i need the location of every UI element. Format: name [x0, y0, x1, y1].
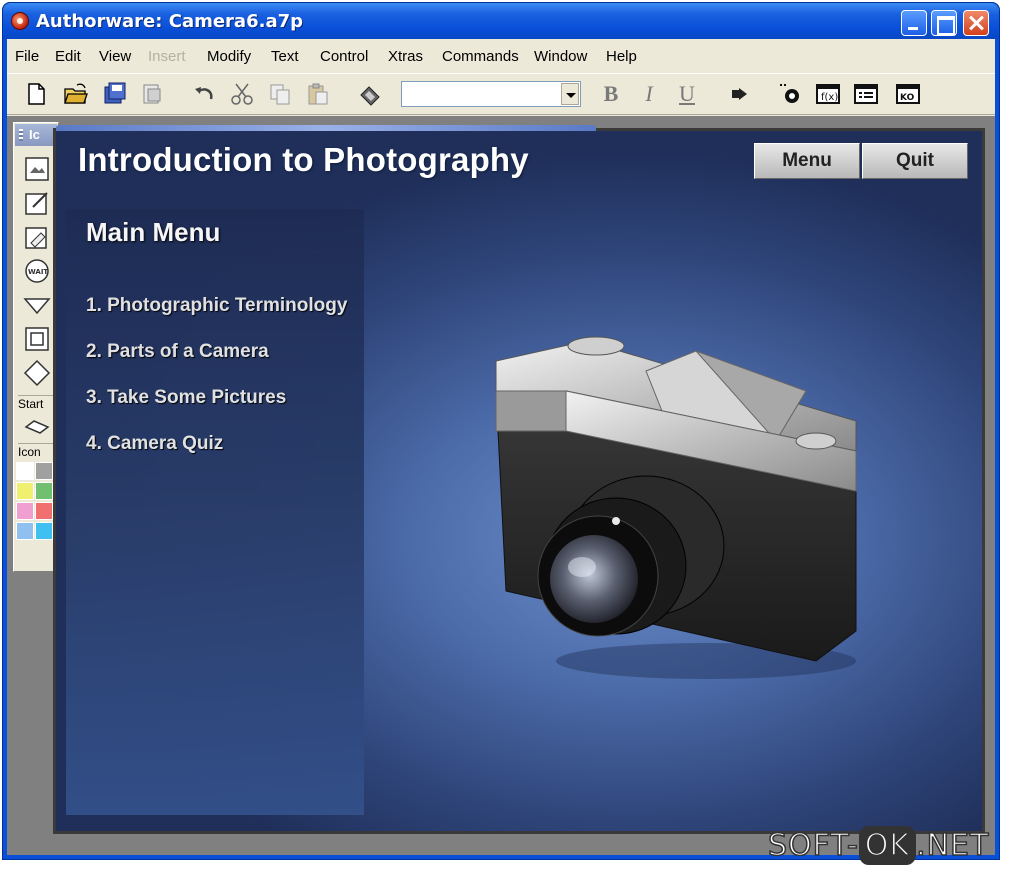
- copy-icon[interactable]: [267, 81, 293, 107]
- import-icon[interactable]: [139, 81, 165, 107]
- erase-icon[interactable]: [23, 223, 51, 251]
- wait-icon[interactable]: WAIT: [23, 257, 51, 285]
- palette-title: Ic: [29, 127, 40, 142]
- new-file-icon[interactable]: [23, 81, 49, 107]
- open-folder-icon[interactable]: [63, 81, 89, 107]
- navigate-icon[interactable]: [23, 291, 51, 319]
- menu-bar: File Edit View Insert Modify Text Contro…: [7, 39, 995, 73]
- watermark-logo: SOFT- OK .NET: [767, 826, 990, 865]
- camera-illustration: [495, 336, 857, 679]
- window-title: Authorware: Camera6.a7p: [36, 11, 303, 32]
- menu-item-take-pictures[interactable]: 3. Take Some Pictures: [86, 387, 286, 409]
- menu-help[interactable]: Help: [606, 48, 637, 65]
- color-swatch-yellow[interactable]: [16, 482, 34, 500]
- menu-edit[interactable]: Edit: [55, 48, 81, 65]
- presentation-window-edge: [56, 125, 596, 131]
- minimize-button[interactable]: [901, 10, 927, 36]
- page-title: Introduction to Photography: [78, 141, 529, 178]
- color-swatch-light-blue[interactable]: [16, 522, 34, 540]
- color-swatch-green[interactable]: [35, 482, 53, 500]
- underline-button[interactable]: U: [675, 81, 699, 107]
- knowledge-objects-icon[interactable]: KO: [895, 81, 921, 107]
- variables-icon[interactable]: [853, 81, 879, 107]
- control-panel-icon[interactable]: [777, 81, 803, 107]
- framework-icon[interactable]: [23, 325, 51, 353]
- paste-icon[interactable]: [305, 81, 331, 107]
- authorware-app-icon[interactable]: [11, 12, 29, 30]
- svg-text:f(x): f(x): [821, 92, 838, 103]
- chevron-down-icon[interactable]: [561, 83, 579, 105]
- menu-modify[interactable]: Modify: [207, 48, 251, 65]
- cut-icon[interactable]: [229, 81, 255, 107]
- color-swatch-white[interactable]: [16, 462, 34, 480]
- color-swatch-pink[interactable]: [16, 502, 34, 520]
- close-button[interactable]: [963, 10, 989, 36]
- undo-icon[interactable]: [191, 81, 217, 107]
- menu-item-camera-parts[interactable]: 2. Parts of a Camera: [86, 341, 269, 363]
- app-window: Authorware: Camera6.a7p File Edit View I…: [2, 2, 1000, 860]
- drag-grip-icon[interactable]: [19, 129, 23, 141]
- bold-button[interactable]: B: [599, 81, 623, 107]
- menu-text[interactable]: Text: [271, 48, 299, 65]
- font-combo[interactable]: [401, 81, 581, 107]
- icon-color-label: Icon: [18, 443, 56, 459]
- menu-file[interactable]: File: [15, 48, 39, 65]
- watermark-text-ok: OK: [858, 826, 917, 865]
- client-area: File Edit View Insert Modify Text Contro…: [7, 39, 995, 855]
- menu-commands[interactable]: Commands: [442, 48, 519, 65]
- menu-xtras[interactable]: Xtras: [388, 48, 423, 65]
- decision-icon[interactable]: [23, 359, 51, 387]
- color-swatch-red[interactable]: [35, 502, 53, 520]
- interaction-icon[interactable]: [23, 413, 51, 441]
- motion-icon[interactable]: [23, 189, 51, 217]
- quit-button[interactable]: Quit: [862, 143, 968, 179]
- menu-item-terminology[interactable]: 1. Photographic Terminology: [86, 295, 347, 317]
- italic-button[interactable]: I: [637, 81, 661, 107]
- svg-text:WAIT: WAIT: [28, 268, 48, 276]
- maximize-button[interactable]: [931, 10, 957, 36]
- watermark-text-right: .NET: [915, 827, 990, 864]
- menu-view[interactable]: View: [99, 48, 131, 65]
- find-icon[interactable]: [357, 81, 383, 107]
- main-menu-panel: Main Menu 1. Photographic Terminology 2.…: [66, 209, 364, 815]
- menu-button[interactable]: Menu: [754, 143, 860, 179]
- start-flag-label: Start: [18, 395, 56, 411]
- display-icon[interactable]: [23, 155, 51, 183]
- title-bar[interactable]: Authorware: Camera6.a7p: [3, 3, 999, 39]
- menu-insert[interactable]: Insert: [148, 48, 186, 65]
- save-all-icon[interactable]: [101, 81, 127, 107]
- color-swatch-cyan[interactable]: [35, 522, 53, 540]
- presentation-window: Introduction to Photography Menu Quit Ma…: [53, 125, 985, 834]
- svg-text:KO: KO: [900, 93, 915, 103]
- toolbar: B I U f(x) KO: [7, 73, 995, 115]
- menu-window[interactable]: Window: [534, 48, 587, 65]
- color-swatch-gray[interactable]: [35, 462, 53, 480]
- palette-title-bar[interactable]: Ic: [15, 124, 57, 146]
- workspace: Ic WAIT Start Icon Introduction to Photo…: [7, 116, 995, 855]
- functions-icon[interactable]: f(x): [815, 81, 841, 107]
- watermark-text-left: SOFT-: [767, 827, 859, 864]
- menu-control[interactable]: Control: [320, 48, 368, 65]
- main-menu-heading: Main Menu: [86, 217, 221, 247]
- run-icon[interactable]: [727, 81, 753, 107]
- menu-item-camera-quiz[interactable]: 4. Camera Quiz: [86, 433, 223, 455]
